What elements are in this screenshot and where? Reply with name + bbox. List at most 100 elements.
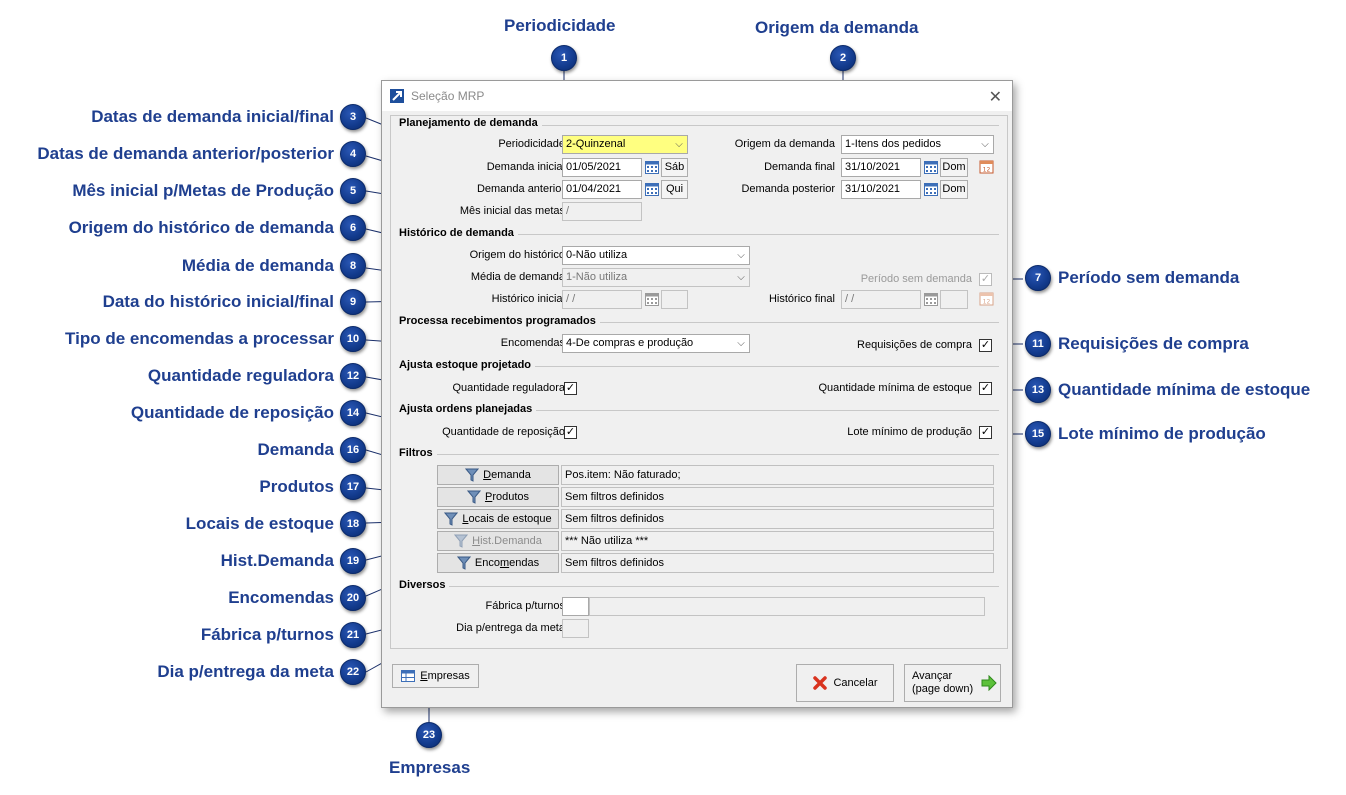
annotation-badge-7: 7 [1025,265,1051,291]
origem-demanda-select[interactable]: 1-Itens dos pedidos ⌵ [841,135,994,154]
annotation-badge-1: 1 [551,45,577,71]
section-historico: Histórico de demanda [399,227,518,239]
mrp-selection-dialog: Seleção MRP ✕ Planejamento de demanda Pe… [381,80,1013,708]
annotation-label-19: Hist.Demanda [220,551,334,570]
filter-demanda-text: Pos.item: Não faturado; [561,465,994,485]
calendar-period-icon[interactable]: 12 [979,159,994,174]
dialog-body: Planejamento de demanda Periodicidade 2-… [390,115,1008,649]
filter-hist-demanda-label: Hist.Demanda [472,535,542,547]
quantidade-reposicao-checkbox[interactable]: ✓ [564,426,577,439]
annotation-label-18: Locais de estoque [185,514,334,533]
demanda-anterior-input[interactable]: 01/04/2021 [562,180,642,199]
filter-locais-label: Locais de estoque [462,513,552,525]
calendar-icon[interactable] [924,182,938,196]
empresas-button[interactable]: Empresas [392,664,479,688]
filter-produtos-button[interactable]: Produtos [437,487,559,507]
encomendas-select[interactable]: 4-De compras e produção ⌵ [562,334,750,353]
origem-historico-select[interactable]: 0-Não utiliza ⌵ [562,246,750,265]
calendar-icon[interactable] [924,160,938,174]
annotation-badge-20: 20 [340,585,366,611]
requisicoes-compra-checkbox[interactable]: ✓ [979,339,992,352]
cancel-x-icon [813,676,828,690]
annotation-badge-3: 3 [340,104,366,130]
historico-final-label: Histórico final [768,293,835,305]
lote-minimo-checkbox[interactable]: ✓ [979,426,992,439]
annotation-label-8: Média de demanda [181,256,334,275]
quantidade-minima-checkbox[interactable]: ✓ [979,382,992,395]
empresas-label: Empresas [420,670,470,682]
filter-hist-demanda-text: *** Não utiliza *** [561,531,994,551]
annotation-label-2: Origem da demanda [755,18,919,37]
filter-demanda-button[interactable]: Demanda [437,465,559,485]
annotation-label-10: Tipo de encomendas a processar [65,329,334,348]
annotation-label-9: Data do histórico inicial/final [102,292,334,311]
calendar-icon[interactable] [645,292,659,306]
annotation-badge-16: 16 [340,437,366,463]
annotation-badge-23: 23 [416,722,442,748]
annotation-badge-8: 8 [340,253,366,279]
periodicidade-value: 2-Quinzenal [566,138,626,150]
annotation-label-22: Dia p/entrega da meta [157,662,334,681]
periodicidade-select[interactable]: 2-Quinzenal ⌵ [562,135,688,154]
media-demanda-value: 1-Não utiliza [566,271,628,283]
annotation-badge-18: 18 [340,511,366,537]
close-icon[interactable]: ✕ [989,87,1002,107]
advance-label-line2: (page down) [912,683,974,695]
table-grid-icon [401,670,416,682]
cancel-button[interactable]: Cancelar [796,664,894,702]
demanda-inicial-day: Sáb [661,158,688,177]
origem-historico-value: 0-Não utiliza [566,249,628,261]
dialog-titlebar: Seleção MRP ✕ [382,81,1012,111]
historico-inicial-input[interactable]: / / [562,290,642,309]
historico-final-input[interactable]: / / [841,290,921,309]
calendar-icon[interactable] [645,182,659,196]
annotation-badge-2: 2 [830,45,856,71]
advance-label: Avançar (page down) [912,670,973,696]
annotation-label-13: Quantidade mínima de estoque [1058,380,1311,399]
svg-text:12: 12 [983,167,991,174]
origem-historico-label: Origem do histórico [469,249,565,261]
annotation-label-16: Demanda [257,440,334,459]
historico-final-day [940,290,968,309]
section-estoque: Ajusta estoque projetado [399,359,536,371]
encomendas-value: 4-De compras e produção [566,337,694,349]
quantidade-reguladora-checkbox[interactable]: ✓ [564,382,577,395]
periodo-sem-demanda-checkbox[interactable]: ✓ [979,273,992,286]
demanda-posterior-day: Dom [940,180,968,199]
filter-funnel-icon [466,490,481,504]
cancel-label: Cancelar [833,677,878,689]
annotation-badge-17: 17 [340,474,366,500]
demanda-anterior-day: Qui [661,180,688,199]
app-icon [390,89,404,103]
filter-demanda-label: Demanda [483,469,531,481]
annotation-label-4: Datas de demanda anterior/posterior [37,144,334,163]
svg-text:12: 12 [983,299,991,306]
advance-button[interactable]: Avançar (page down) [904,664,1001,702]
demanda-final-label: Demanda final [764,161,835,173]
separator [399,454,999,455]
calendar-icon[interactable] [924,292,938,306]
periodo-sem-demanda-label: Período sem demanda [860,273,972,285]
demanda-posterior-input[interactable]: 31/10/2021 [841,180,921,199]
lote-minimo-label: Lote mínimo de produção [847,426,972,438]
filter-produtos-label: Produtos [484,491,530,503]
calendar-period-icon[interactable]: 12 [979,291,994,306]
media-demanda-select[interactable]: 1-Não utiliza ⌵ [562,268,750,287]
filter-hist-demanda-button[interactable]: Hist.Demanda [437,531,559,551]
demanda-inicial-input[interactable]: 01/05/2021 [562,158,642,177]
mes-inicial-input[interactable]: / [562,202,642,221]
annotation-label-11: Requisições de compra [1058,334,1249,353]
calendar-icon[interactable] [645,160,659,174]
fabrica-turnos-input[interactable] [562,597,589,616]
annotation-badge-15: 15 [1025,421,1051,447]
quantidade-reguladora-label: Quantidade reguladora [452,382,565,394]
dialog-title: Seleção MRP [411,89,485,103]
chevron-down-icon: ⌵ [737,272,745,283]
media-demanda-label: Média de demanda [470,271,565,283]
filter-locais-button[interactable]: Locais de estoque [437,509,559,529]
dia-entrega-input[interactable] [562,619,589,638]
demanda-final-input[interactable]: 31/10/2021 [841,158,921,177]
advance-label-line1: Avançar [912,670,953,682]
annotation-badge-19: 19 [340,548,366,574]
filter-encomendas-button[interactable]: Encomendas [437,553,559,573]
